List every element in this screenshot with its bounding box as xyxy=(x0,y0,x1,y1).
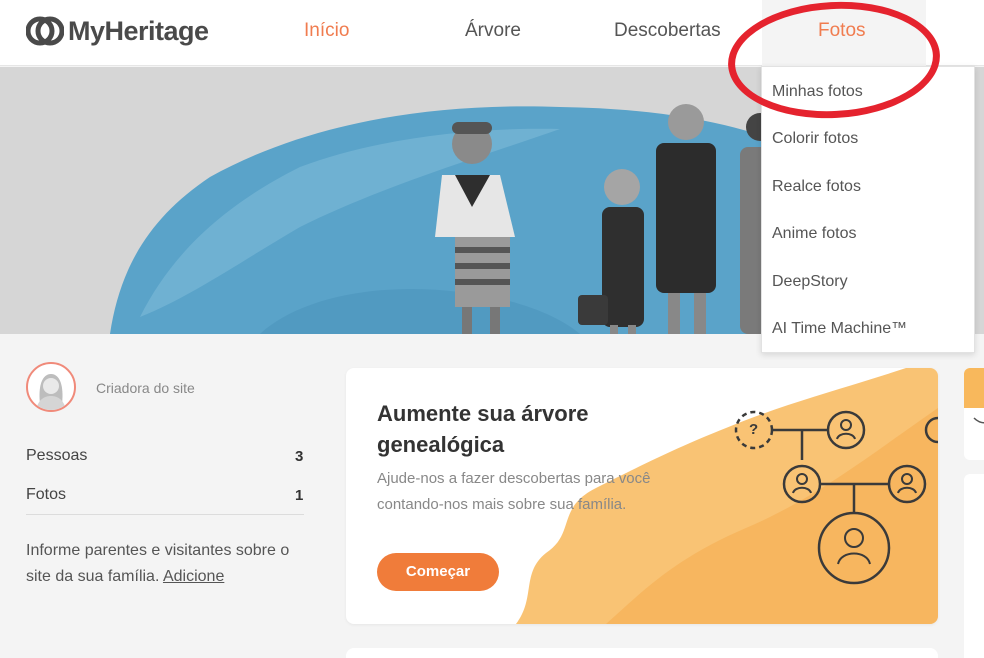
menu-item-ai-time-machine[interactable]: AI Time Machine™ xyxy=(772,320,907,338)
menu-item-colorir-fotos[interactable]: Colorir fotos xyxy=(772,130,858,148)
nav-arvore[interactable]: Árvore xyxy=(465,20,521,42)
logo-text: MyHeritage xyxy=(68,15,209,46)
menu-item-anime-fotos[interactable]: Anime fotos xyxy=(772,225,856,243)
side-card-image xyxy=(964,368,984,424)
nav-descobertas[interactable]: Descobertas xyxy=(614,20,721,42)
side-card-bottom xyxy=(964,474,984,658)
stat-value-fotos: 1 xyxy=(295,487,304,504)
grow-tree-card: ? Aumente sua árvore genealógica Ajude-n… xyxy=(346,368,938,624)
menu-item-deepstory[interactable]: DeepStory xyxy=(772,273,848,291)
myheritage-logo-icon xyxy=(26,16,64,46)
nav-fotos[interactable]: Fotos xyxy=(818,20,866,42)
female-avatar-icon xyxy=(36,374,66,410)
start-button[interactable]: Começar xyxy=(377,553,499,591)
nav-inicio[interactable]: Início xyxy=(304,20,349,42)
menu-item-minhas-fotos[interactable]: Minhas fotos xyxy=(772,83,863,101)
site-creator-label: Criadora do site xyxy=(96,380,195,396)
fotos-dropdown-menu: Minhas fotos Colorir fotos Realce fotos … xyxy=(761,66,975,353)
stat-label-pessoas[interactable]: Pessoas xyxy=(26,447,87,465)
invite-text-block: Informe parentes e visitantes sobre o si… xyxy=(26,538,316,590)
unknown-person-mark: ? xyxy=(749,421,759,438)
stat-label-fotos[interactable]: Fotos xyxy=(26,486,66,504)
divider xyxy=(26,514,304,515)
add-link[interactable]: Adicione xyxy=(163,568,224,585)
invite-text: Informe parentes e visitantes sobre o si… xyxy=(26,542,290,585)
card-title: Aumente sua árvore genealógica xyxy=(377,401,589,457)
avatar[interactable] xyxy=(26,362,76,412)
stat-value-pessoas: 3 xyxy=(295,448,304,465)
myheritage-logo[interactable]: MyHeritage xyxy=(26,14,209,48)
menu-item-realce-fotos[interactable]: Realce fotos xyxy=(772,178,861,196)
card-subtitle: Ajude-nos a fazer descobertas para você … xyxy=(377,470,651,513)
top-navigation-bar: MyHeritage Início Árvore Descobertas Fot… xyxy=(0,0,984,66)
side-card-top xyxy=(964,368,984,460)
next-card-edge xyxy=(346,648,938,658)
